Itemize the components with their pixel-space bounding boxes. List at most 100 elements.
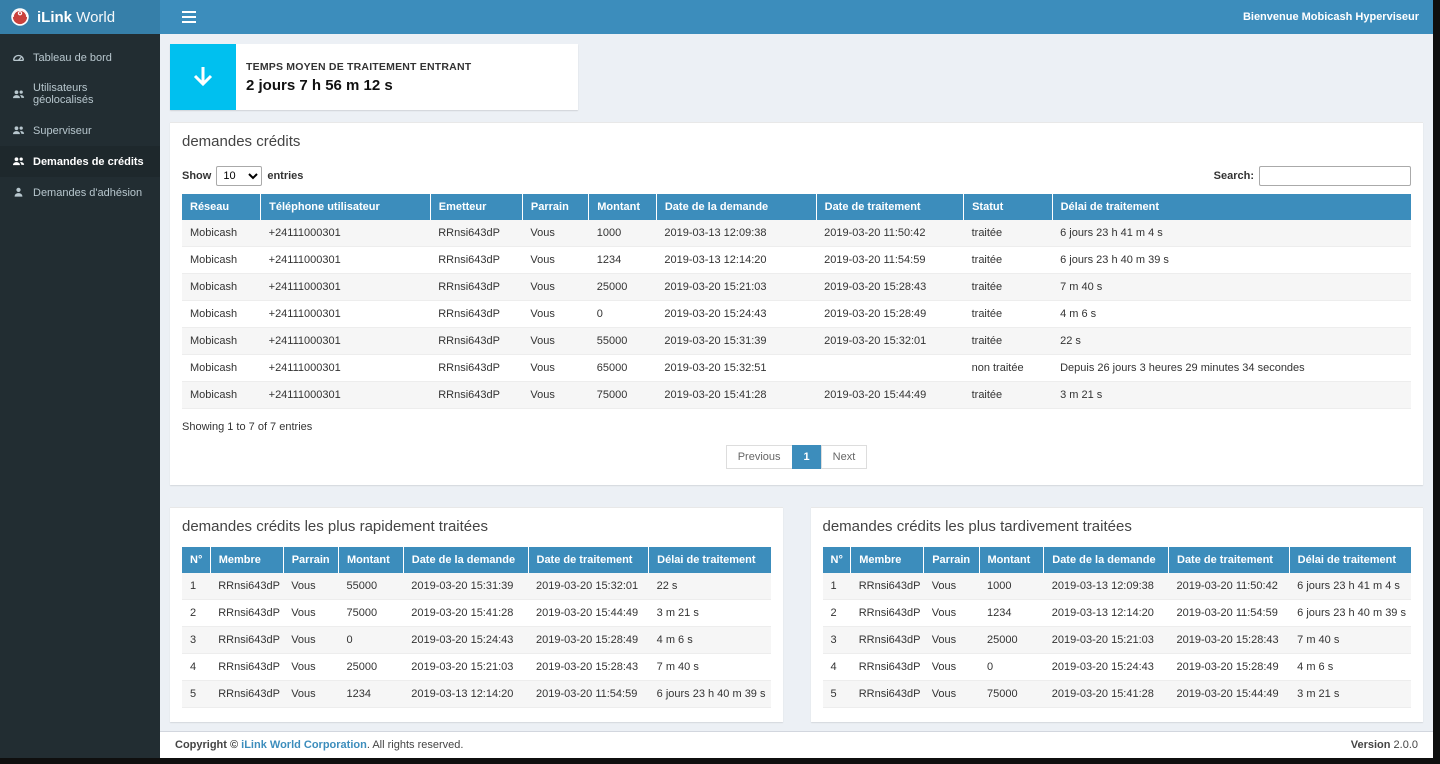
table-cell: 0 bbox=[589, 301, 657, 328]
table-cell: 2019-03-20 15:44:49 bbox=[816, 382, 963, 409]
welcome-text: Bienvenue Mobicash Hyperviseur bbox=[1243, 0, 1419, 34]
table-cell: 5 bbox=[182, 681, 210, 708]
table-cell: 2019-03-20 15:44:49 bbox=[1169, 681, 1290, 708]
table-cell: RRnsi643dP bbox=[430, 328, 522, 355]
column-header[interactable]: Emetteur bbox=[430, 194, 522, 220]
sidebar-toggle-button[interactable] bbox=[172, 0, 206, 34]
column-header[interactable]: N° bbox=[823, 547, 851, 573]
table-row: 5RRnsi643dPVous12342019-03-13 12:14:2020… bbox=[182, 681, 771, 708]
table-cell: Mobicash bbox=[182, 301, 261, 328]
search-label: Search: bbox=[1214, 170, 1254, 182]
pagination-next-button[interactable]: Next bbox=[821, 445, 868, 469]
company-link[interactable]: iLink World Corporation bbox=[241, 739, 367, 751]
table-row: 3RRnsi643dPVous02019-03-20 15:24:432019-… bbox=[182, 627, 771, 654]
sidebar-item-label: Demandes de crédits bbox=[33, 156, 144, 168]
column-header[interactable]: Montant bbox=[589, 194, 657, 220]
table-cell: Vous bbox=[924, 627, 979, 654]
table-cell: 6 jours 23 h 41 m 4 s bbox=[1289, 573, 1411, 600]
page-length-select[interactable]: 10 bbox=[216, 166, 262, 186]
fastest-credits-panel: demandes crédits les plus rapidement tra… bbox=[170, 507, 783, 722]
column-header[interactable]: Délai de traitement bbox=[1289, 547, 1411, 573]
table-cell: 2019-03-20 11:54:59 bbox=[1169, 600, 1290, 627]
column-header[interactable]: N° bbox=[182, 547, 210, 573]
table-cell: Vous bbox=[522, 247, 588, 274]
column-header[interactable]: Parrain bbox=[522, 194, 588, 220]
column-header[interactable]: Date de traitement bbox=[1169, 547, 1290, 573]
users-icon bbox=[12, 88, 25, 101]
pagination-page-1-button[interactable]: 1 bbox=[792, 445, 822, 469]
footer-version: Version 2.0.0 bbox=[1351, 739, 1418, 751]
table-row: 2RRnsi643dPVous12342019-03-13 12:14:2020… bbox=[823, 600, 1412, 627]
sidebar-item-demandes-adhesion[interactable]: Demandes d'adhésion bbox=[0, 177, 160, 208]
brand-area[interactable]: iLink World bbox=[0, 0, 160, 34]
slowest-credits-panel: demandes crédits les plus tardivement tr… bbox=[811, 507, 1424, 722]
table-cell: Vous bbox=[522, 328, 588, 355]
sidebar-item-demandes-de-credits[interactable]: Demandes de crédits bbox=[0, 146, 160, 177]
entries-length-control: Show 10 entries bbox=[182, 166, 303, 186]
table-cell: 0 bbox=[339, 627, 404, 654]
table-cell: RRnsi643dP bbox=[210, 600, 283, 627]
sidebar-item-utilisateurs-geolocalises[interactable]: Utilisateurs géolocalisés bbox=[0, 73, 160, 115]
column-header[interactable]: Statut bbox=[964, 194, 1052, 220]
table-cell: Vous bbox=[924, 654, 979, 681]
application-window: iLink World Bienvenue Mobicash Hypervise… bbox=[0, 0, 1433, 758]
column-header[interactable]: Date de la demande bbox=[403, 547, 528, 573]
sidebar-item-tableau-de-bord[interactable]: Tableau de bord bbox=[0, 42, 160, 73]
column-header[interactable]: Date de traitement bbox=[816, 194, 963, 220]
entries-label: entries bbox=[267, 170, 303, 182]
column-header[interactable]: Date de la demande bbox=[656, 194, 816, 220]
column-header[interactable]: Membre bbox=[851, 547, 924, 573]
table-cell: RRnsi643dP bbox=[851, 654, 924, 681]
column-header[interactable]: Parrain bbox=[924, 547, 979, 573]
table-cell: +24111000301 bbox=[261, 301, 431, 328]
column-header[interactable]: Téléphone utilisateur bbox=[261, 194, 431, 220]
table-cell: Vous bbox=[522, 301, 588, 328]
table-cell: RRnsi643dP bbox=[851, 627, 924, 654]
table-cell: 2019-03-20 15:28:49 bbox=[816, 301, 963, 328]
brand-title: iLink World bbox=[37, 9, 115, 26]
sidebar-item-superviseur[interactable]: Superviseur bbox=[0, 115, 160, 146]
table-cell: Depuis 26 jours 3 heures 29 minutes 34 s… bbox=[1052, 355, 1411, 382]
info-box-icon-area bbox=[170, 44, 236, 110]
table-cell: 2019-03-20 15:24:43 bbox=[656, 301, 816, 328]
table-cell: 3 bbox=[823, 627, 851, 654]
column-header[interactable]: Membre bbox=[210, 547, 283, 573]
table-cell: 3 bbox=[182, 627, 210, 654]
version-label: Version bbox=[1351, 739, 1391, 751]
column-header[interactable]: Date de la demande bbox=[1044, 547, 1169, 573]
table-cell: +24111000301 bbox=[261, 274, 431, 301]
table-row: Mobicash+24111000301RRnsi643dPVous250002… bbox=[182, 274, 1411, 301]
column-header[interactable]: Montant bbox=[979, 547, 1044, 573]
table-cell: 2019-03-20 15:32:01 bbox=[816, 328, 963, 355]
search-input[interactable] bbox=[1259, 166, 1411, 186]
version-number: 2.0.0 bbox=[1390, 739, 1418, 751]
table-cell: +24111000301 bbox=[261, 355, 431, 382]
pagination-previous-button[interactable]: Previous bbox=[726, 445, 793, 469]
table-row: 5RRnsi643dPVous750002019-03-20 15:41:282… bbox=[823, 681, 1412, 708]
table-cell: Vous bbox=[924, 600, 979, 627]
column-header[interactable]: Délai de traitement bbox=[649, 547, 771, 573]
credits-panel: demandes crédits Show 10 entries Search: bbox=[170, 122, 1423, 485]
table-cell: traitée bbox=[964, 220, 1052, 247]
column-header[interactable]: Réseau bbox=[182, 194, 261, 220]
table-cell: 2019-03-20 15:28:43 bbox=[816, 274, 963, 301]
table-cell bbox=[816, 355, 963, 382]
table-header-row: N°MembreParrainMontantDate de la demande… bbox=[182, 547, 771, 573]
table-cell: 75000 bbox=[589, 382, 657, 409]
column-header[interactable]: Délai de traitement bbox=[1052, 194, 1411, 220]
table-cell: 2019-03-13 12:14:20 bbox=[1044, 600, 1169, 627]
table-cell: Mobicash bbox=[182, 355, 261, 382]
table-cell: +24111000301 bbox=[261, 220, 431, 247]
column-header[interactable]: Parrain bbox=[283, 547, 338, 573]
column-header[interactable]: Montant bbox=[339, 547, 404, 573]
sidebar: Tableau de bord Utilisateurs géolocalisé… bbox=[0, 34, 160, 758]
table-cell: 7 m 40 s bbox=[1052, 274, 1411, 301]
table-cell: 2019-03-20 15:24:43 bbox=[1044, 654, 1169, 681]
column-header[interactable]: Date de traitement bbox=[528, 547, 649, 573]
table-cell: Vous bbox=[283, 654, 338, 681]
table-cell: RRnsi643dP bbox=[430, 382, 522, 409]
table-cell: 55000 bbox=[589, 328, 657, 355]
info-box-value: 2 jours 7 h 56 m 12 s bbox=[246, 77, 471, 94]
table-cell: RRnsi643dP bbox=[430, 301, 522, 328]
table-cell: Vous bbox=[522, 355, 588, 382]
